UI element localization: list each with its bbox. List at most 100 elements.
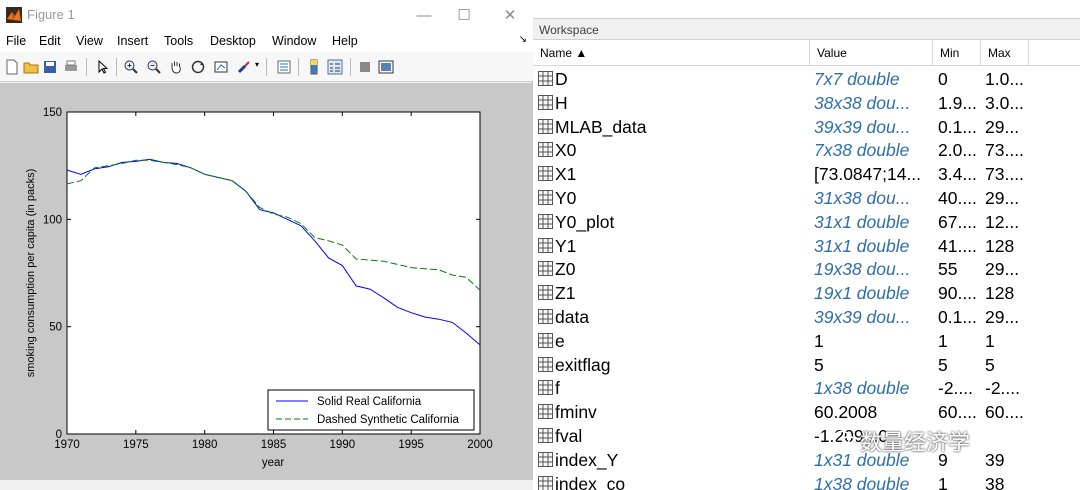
- dock-arrow-icon[interactable]: ↘: [519, 34, 527, 45]
- insert-legend-icon[interactable]: [327, 59, 343, 75]
- variable-row[interactable]: fval -1.209...0: [533, 424, 1080, 448]
- y-tick-label: 150: [43, 107, 62, 119]
- y-axis-label: smoking consumption per capita (in packs…: [25, 169, 37, 377]
- variable-row[interactable]: D 7x7 double 0 1.0...: [533, 67, 1080, 91]
- variable-min: 1: [938, 473, 948, 490]
- variable-value: 31x1 double: [814, 235, 910, 256]
- rotate-3d-icon[interactable]: [190, 59, 206, 75]
- variable-row[interactable]: Z0 19x38 dou... 55 29...: [533, 257, 1080, 281]
- line-chart: 1970 1975 1980 1985 1990 1995 2000050100150 sm…: [25, 107, 493, 469]
- variable-value: 1: [814, 330, 824, 351]
- pan-hand-icon[interactable]: [168, 59, 184, 75]
- variable-row[interactable]: index_co 1x38 double 1 38: [533, 472, 1080, 490]
- maximize-icon[interactable]: ☐: [444, 0, 484, 30]
- matrix-variable-icon: [538, 451, 553, 467]
- link-plot-icon[interactable]: [276, 59, 292, 75]
- variable-min: 40....: [938, 188, 977, 208]
- close-icon[interactable]: ✕: [490, 0, 530, 30]
- menu-view[interactable]: View: [76, 34, 103, 48]
- variable-row[interactable]: Z1 19x1 double 90.... 128: [533, 281, 1080, 305]
- variable-max: 5: [985, 354, 995, 375]
- variable-row[interactable]: exitflag 5 5 5: [533, 353, 1080, 377]
- variable-min: 5: [938, 354, 948, 375]
- save-icon[interactable]: [42, 59, 58, 75]
- variable-row[interactable]: H 38x38 dou... 1.9... 3.0...: [533, 91, 1080, 115]
- brush-dropdown-icon[interactable]: ▾: [255, 60, 259, 69]
- insert-colorbar-icon[interactable]: [306, 59, 322, 75]
- brush-icon[interactable]: [236, 59, 252, 75]
- variable-value: 7x7 double: [814, 69, 900, 89]
- variable-name: X1: [555, 164, 577, 185]
- x-tick-label: 1985: [261, 439, 287, 451]
- watermark-text: 数量经济学: [860, 430, 971, 455]
- minimize-icon[interactable]: —: [404, 0, 444, 30]
- new-figure-icon[interactable]: [4, 59, 20, 75]
- variable-name: D: [555, 69, 568, 89]
- variable-row[interactable]: e 1 1 1: [533, 329, 1080, 353]
- figure-menubar: File Edit View Insert Tools Desktop Wind…: [0, 30, 533, 52]
- variable-value: 60.2008: [814, 402, 878, 423]
- legend[interactable]: Solid Real California Dashed Synthetic C…: [267, 389, 475, 431]
- figure-title: Figure 1: [27, 7, 75, 22]
- open-file-icon[interactable]: [23, 59, 39, 75]
- variable-row[interactable]: index_Y 1x31 double 9 39: [533, 448, 1080, 472]
- variable-row[interactable]: Y0_plot 31x1 double 67.... 12...: [533, 210, 1080, 234]
- variable-max: 73....: [985, 140, 1024, 161]
- variable-value: 31x38 dou...: [814, 188, 911, 208]
- variable-name: index_co: [555, 473, 626, 490]
- variable-row[interactable]: MLAB_data 39x39 dou... 0.1... 29...: [533, 115, 1080, 139]
- column-header-min[interactable]: Min: [933, 40, 981, 66]
- variable-row[interactable]: f 1x38 double -2.... -2....: [533, 376, 1080, 400]
- variable-max: 29...: [985, 116, 1020, 137]
- variable-name: data: [555, 307, 590, 327]
- variable-row[interactable]: fminv 60.2008 60.... 60....: [533, 400, 1080, 424]
- zoom-out-icon[interactable]: [146, 59, 162, 75]
- variable-value: [73.0847;14...: [814, 164, 922, 185]
- pointer-icon[interactable]: [95, 59, 111, 75]
- variable-min: 55: [938, 259, 958, 280]
- menu-window[interactable]: Window: [272, 34, 316, 48]
- variable-value: 7x38 double: [814, 140, 910, 161]
- variable-max: 1: [985, 330, 995, 351]
- variable-row[interactable]: X0 7x38 double 2.0... 73....: [533, 138, 1080, 162]
- variable-max: 1.0...: [985, 69, 1024, 89]
- menu-insert[interactable]: Insert: [117, 34, 148, 48]
- variable-row[interactable]: data 39x39 dou... 0.1... 29...: [533, 305, 1080, 329]
- matrix-variable-icon: [538, 71, 553, 86]
- variable-name: fval: [555, 426, 583, 446]
- print-icon[interactable]: [63, 59, 79, 75]
- variable-value: 1x38 double: [814, 378, 910, 399]
- matrix-variable-icon: [538, 166, 553, 182]
- column-header-name[interactable]: Name ▲: [533, 40, 810, 66]
- workspace-header[interactable]: Workspace: [533, 18, 1080, 40]
- variable-min: 3.4...: [938, 164, 977, 185]
- variable-row[interactable]: Y1 31x1 double 41.... 128: [533, 234, 1080, 258]
- wechat-logo-icon: [833, 430, 857, 449]
- variable-max: 3.0...: [985, 92, 1024, 113]
- variable-row[interactable]: Y0 31x38 dou... 40.... 29...: [533, 186, 1080, 210]
- variable-name: exitflag: [555, 354, 611, 375]
- variable-name: f: [555, 378, 560, 399]
- matrix-variable-icon: [538, 237, 553, 253]
- menu-file[interactable]: File: [6, 34, 26, 48]
- column-header-max[interactable]: Max: [981, 40, 1029, 66]
- zoom-in-icon[interactable]: [123, 59, 139, 75]
- variable-row[interactable]: X1 [73.0847;14... 3.4... 73....: [533, 162, 1080, 186]
- column-header-value[interactable]: Value: [810, 40, 933, 66]
- data-cursor-icon[interactable]: [213, 59, 229, 75]
- variable-name: X0: [555, 140, 577, 161]
- menu-edit[interactable]: Edit: [39, 34, 61, 48]
- matrix-variable-icon: [538, 118, 553, 134]
- menu-help[interactable]: Help: [332, 34, 358, 48]
- show-plot-tools-icon[interactable]: [378, 59, 394, 75]
- menu-desktop[interactable]: Desktop: [210, 34, 256, 48]
- variable-name: H: [555, 92, 568, 113]
- variable-max: 128: [985, 283, 1015, 304]
- x-tick-label: 1995: [398, 439, 424, 451]
- y-tick-label: 100: [43, 214, 62, 226]
- figure-title-bar[interactable]: Figure 1 — ☐ ✕: [0, 0, 533, 30]
- variable-min: 1.9...: [938, 92, 977, 113]
- variable-max: [985, 424, 1030, 448]
- hide-plot-tools-icon[interactable]: [357, 59, 373, 75]
- menu-tools[interactable]: Tools: [164, 34, 193, 48]
